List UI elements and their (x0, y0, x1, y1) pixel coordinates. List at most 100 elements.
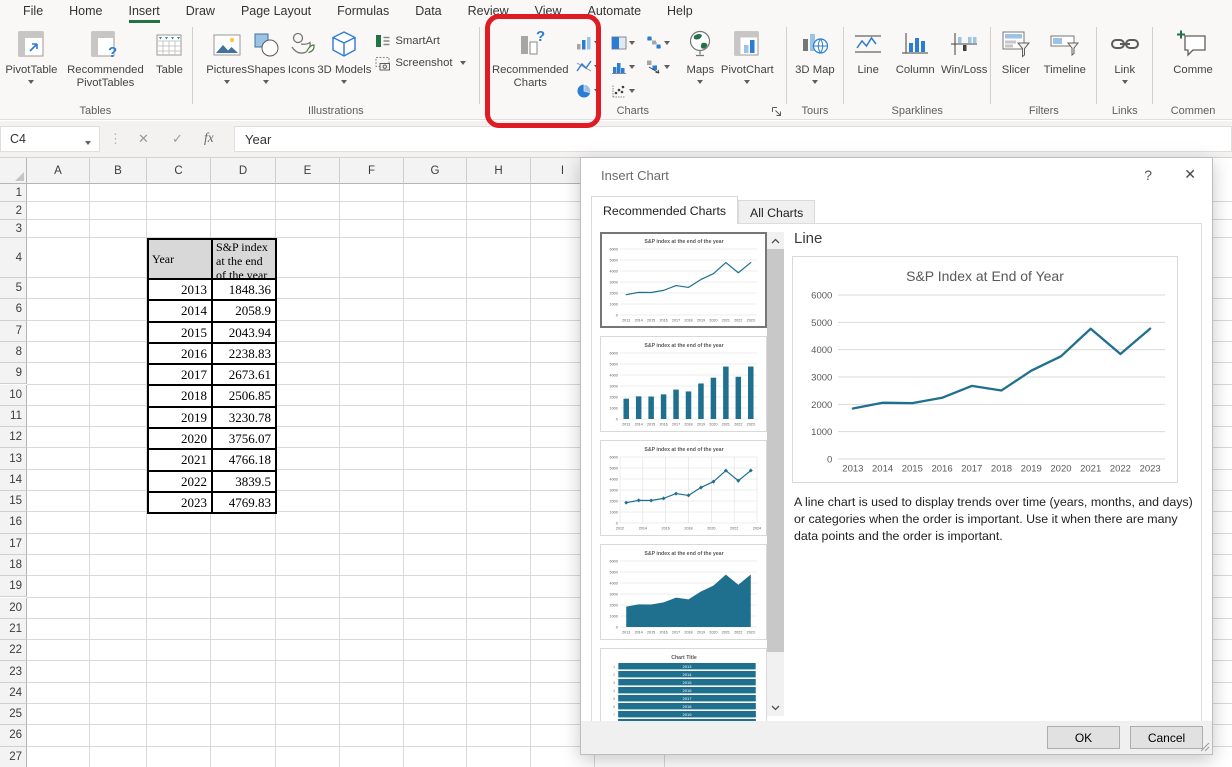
pivotchart-button[interactable]: PivotChart (716, 25, 778, 84)
cell-D11[interactable]: 3230.78 (212, 407, 276, 428)
chart-thumbnail-funnel[interactable]: Chart Title20131201422015320164201752018… (600, 648, 767, 723)
cancel-button[interactable]: Cancel (1130, 726, 1203, 749)
cell-C12[interactable]: 2020 (148, 428, 212, 449)
pivottable-button[interactable]: PivotTable (5, 25, 57, 84)
row-header-4[interactable]: 4 (0, 238, 27, 278)
row-header-26[interactable]: 26 (0, 725, 27, 746)
insert-combo-chart-button[interactable] (646, 55, 681, 79)
cell-C13[interactable]: 2021 (148, 449, 212, 470)
row-header-20[interactable]: 20 (0, 598, 27, 619)
row-header-16[interactable]: 16 (0, 512, 27, 533)
cell-C14[interactable]: 2022 (148, 471, 212, 492)
cell-D7[interactable]: 2043.94 (212, 322, 276, 343)
cell-C8[interactable]: 2016 (148, 343, 212, 364)
pictures-button[interactable]: Pictures (206, 25, 247, 84)
row-header-9[interactable]: 9 (0, 363, 27, 384)
table-button[interactable]: Table (153, 25, 185, 77)
row-header-10[interactable]: 10 (0, 385, 27, 406)
row-header-2[interactable]: 2 (0, 202, 27, 220)
ribbon-tab-review[interactable]: Review (455, 1, 522, 22)
timeline-button[interactable]: Timeline (1037, 25, 1093, 77)
cell-D6[interactable]: 2058.9 (212, 300, 276, 321)
slicer-button[interactable]: Slicer (995, 25, 1037, 77)
ribbon-tab-help[interactable]: Help (654, 1, 706, 22)
recommended-pivottables-button[interactable]: ? Recommended PivotTables (57, 25, 153, 91)
tab-recommended-charts[interactable]: Recommended Charts (591, 196, 738, 224)
thumbnail-scrollbar[interactable] (767, 232, 784, 716)
row-header-19[interactable]: 19 (0, 576, 27, 597)
cell-C7[interactable]: 2015 (148, 322, 212, 343)
recommended-charts-button[interactable]: ? Recommended Charts (487, 25, 573, 91)
row-header-11[interactable]: 11 (0, 406, 27, 427)
ok-button[interactable]: OK (1047, 726, 1120, 749)
cell-D8[interactable]: 2238.83 (212, 343, 276, 364)
column-header-A[interactable]: A (27, 158, 90, 184)
insert-line-or-area-chart-button[interactable] (576, 55, 611, 79)
scrollbar-thumb[interactable] (767, 249, 784, 652)
insert-statistic-chart-button[interactable] (611, 55, 646, 79)
cell-C9[interactable]: 2017 (148, 364, 212, 385)
sparkline-line-button[interactable]: Line (847, 25, 889, 77)
3d-map-button[interactable]: 3D Map (795, 25, 835, 84)
cell-C10[interactable]: 2018 (148, 385, 212, 406)
ribbon-tab-draw[interactable]: Draw (173, 1, 228, 22)
cell-D12[interactable]: 3756.07 (212, 428, 276, 449)
dialog-title-bar[interactable]: Insert Chart ? ✕ (581, 158, 1212, 196)
ribbon-tab-formulas[interactable]: Formulas (324, 1, 402, 22)
row-header-5[interactable]: 5 (0, 278, 27, 299)
ribbon-tab-view[interactable]: View (522, 1, 575, 22)
row-header-25[interactable]: 25 (0, 704, 27, 725)
insert-hierarchy-chart-button[interactable] (611, 31, 646, 55)
select-all-button[interactable] (0, 158, 27, 184)
cell-D15[interactable]: 4769.83 (212, 492, 276, 513)
resize-grip[interactable] (1199, 741, 1210, 752)
cell-C5[interactable]: 2013 (148, 279, 212, 300)
ribbon-tab-insert[interactable]: Insert (116, 1, 173, 22)
insert-column-or-bar-chart-button[interactable] (576, 31, 611, 55)
cell-D13[interactable]: 4766.18 (212, 449, 276, 470)
chart-thumbnail-column[interactable]: S&P index at the end of the year01000200… (600, 336, 767, 432)
column-header-C[interactable]: C (147, 158, 211, 184)
tab-all-charts[interactable]: All Charts (738, 200, 815, 223)
row-header-22[interactable]: 22 (0, 640, 27, 661)
chart-thumbnail-area[interactable]: S&P index at the end of the year01000200… (600, 544, 767, 640)
ribbon-tab-automate[interactable]: Automate (575, 1, 655, 22)
sparkline-column-button[interactable]: Column (889, 25, 941, 77)
cell-D9[interactable]: 2673.61 (212, 364, 276, 385)
insert-function-icon[interactable]: fx (204, 130, 214, 146)
column-header-B[interactable]: B (90, 158, 147, 184)
scroll-down-button[interactable] (767, 699, 784, 716)
chart-thumbnail-line-markers[interactable]: S&P index at the end of the year01000200… (600, 440, 767, 536)
row-header-12[interactable]: 12 (0, 427, 27, 448)
row-header-24[interactable]: 24 (0, 683, 27, 704)
row-header-1[interactable]: 1 (0, 184, 27, 202)
row-header-15[interactable]: 15 (0, 491, 27, 512)
column-header-H[interactable]: H (467, 158, 531, 184)
maps-button[interactable]: Maps (684, 25, 716, 84)
ribbon-tab-data[interactable]: Data (402, 1, 454, 22)
row-header-17[interactable]: 17 (0, 534, 27, 555)
formula-input[interactable]: Year (234, 126, 1232, 152)
cell-D14[interactable]: 3839.5 (212, 471, 276, 492)
link-button[interactable]: Link (1109, 25, 1141, 84)
cell-C15[interactable]: 2023 (148, 492, 212, 513)
cell-D10[interactable]: 2506.85 (212, 385, 276, 406)
row-header-14[interactable]: 14 (0, 470, 27, 491)
sparkline-winloss-button[interactable]: Win/Loss (941, 25, 987, 77)
smartart-button[interactable]: SmartArt (375, 33, 465, 49)
cell-C4[interactable]: Year (148, 239, 212, 279)
row-header-6[interactable]: 6 (0, 299, 27, 320)
dialog-close-button[interactable]: ✕ (1184, 166, 1196, 183)
name-box[interactable]: C4 (0, 126, 100, 152)
ribbon-tab-page-layout[interactable]: Page Layout (228, 1, 324, 22)
row-header-3[interactable]: 3 (0, 220, 27, 238)
cell-D4[interactable]: S&P index at the end of the year (212, 239, 276, 279)
comment-button[interactable]: Comme (1161, 25, 1225, 77)
cell-C6[interactable]: 2014 (148, 300, 212, 321)
row-header-8[interactable]: 8 (0, 342, 27, 363)
ribbon-tab-file[interactable]: File (10, 1, 56, 22)
icons-button[interactable]: Icons (285, 25, 317, 77)
insert-waterfall-chart-button[interactable] (646, 31, 681, 55)
row-header-23[interactable]: 23 (0, 661, 27, 682)
scroll-up-button[interactable] (767, 232, 784, 249)
